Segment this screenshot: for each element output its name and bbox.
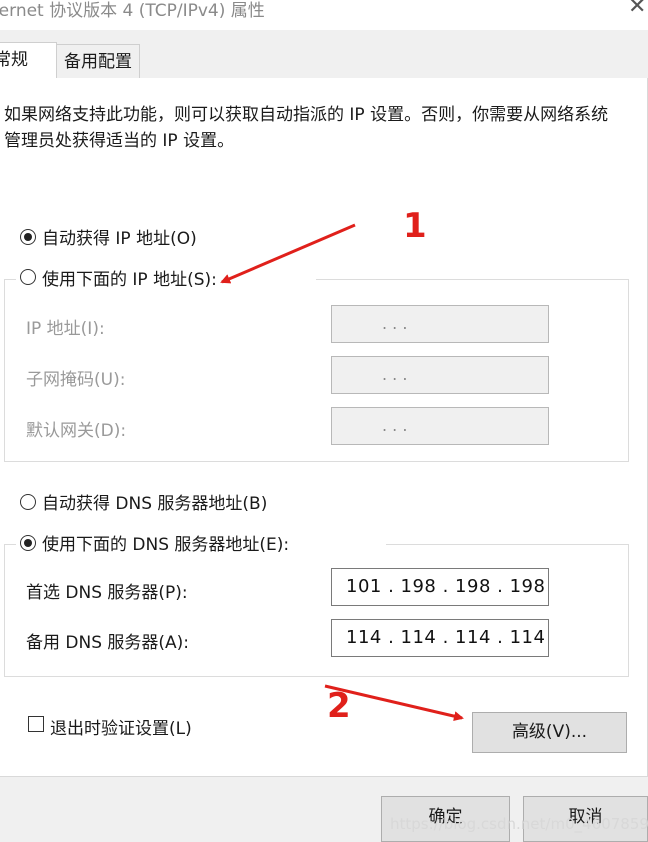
annotation-number-2: 2 — [327, 686, 351, 726]
annotation-arrow-1 — [220, 223, 356, 284]
annotation-number-1: 1 — [403, 206, 427, 246]
annotation-arrows — [220, 223, 464, 722]
watermark: https://blog.csdn.net/m0_46078592 — [390, 815, 648, 833]
